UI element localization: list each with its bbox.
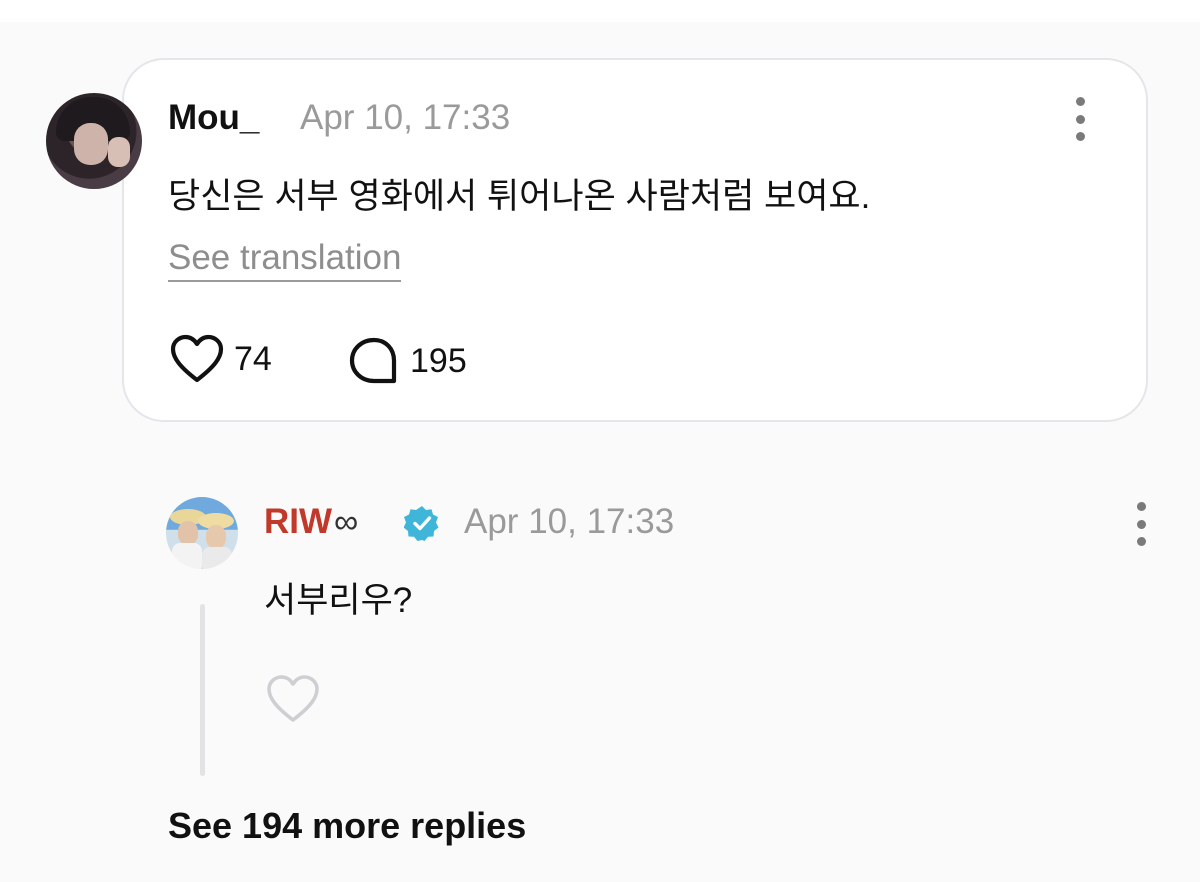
reply-username-suffix: ∞ [334, 502, 359, 541]
speech-bubble-icon [349, 337, 397, 384]
reply-timestamp: Apr 10, 17:33 [464, 502, 675, 541]
see-translation-link[interactable]: See translation [168, 238, 402, 282]
like-count: 74 [234, 339, 272, 378]
reply-button[interactable]: 195 [348, 336, 467, 386]
avatar[interactable] [46, 93, 142, 189]
more-vertical-icon[interactable] [1073, 97, 1087, 141]
comment-thread: Mou_ Apr 10, 17:33 당신은 서부 영화에서 튀어나온 사람처럼… [0, 0, 1200, 882]
top-strip [0, 0, 1200, 22]
verified-badge-icon [404, 506, 439, 541]
heart-outline-icon [267, 675, 319, 722]
reply-text: 서부리우? [264, 581, 413, 620]
more-vertical-icon[interactable] [1134, 502, 1148, 546]
avatar-face [74, 123, 108, 165]
avatar-body [202, 547, 232, 569]
reply-avatar[interactable] [166, 497, 238, 569]
comment-username[interactable]: Mou_ [168, 98, 259, 138]
reply-username-text: RIW [264, 502, 333, 541]
reply-count: 195 [410, 341, 467, 380]
reply-username[interactable]: RIW ∞ [264, 502, 358, 542]
thread-line [200, 604, 205, 776]
avatar-face [206, 525, 226, 549]
reply-like-button[interactable] [266, 674, 320, 724]
like-button[interactable]: 74 [170, 334, 272, 384]
see-more-replies-link[interactable]: See 194 more replies [168, 805, 526, 847]
comment-text: 당신은 서부 영화에서 튀어나온 사람처럼 보여요. [168, 177, 871, 216]
avatar-hand [108, 137, 130, 167]
avatar-body [172, 543, 202, 569]
avatar-face [178, 521, 198, 545]
heart-icon [170, 334, 224, 383]
comment-timestamp: Apr 10, 17:33 [300, 98, 511, 137]
